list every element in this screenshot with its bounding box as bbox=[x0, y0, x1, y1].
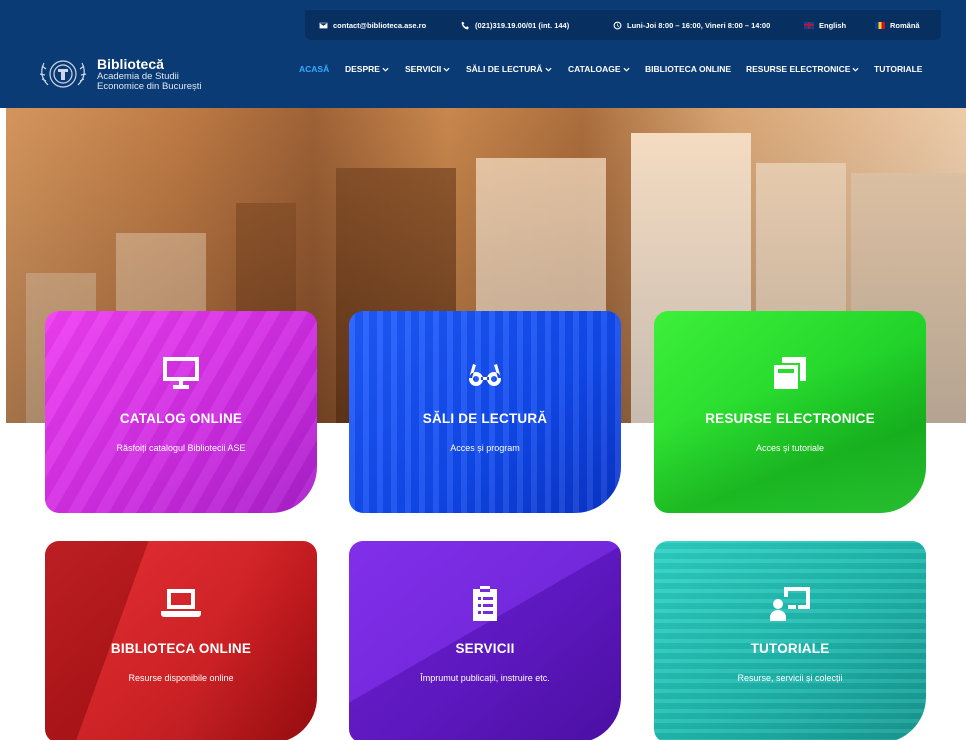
nav-item-label: ACASĂ bbox=[299, 64, 330, 74]
ro-flag-icon bbox=[875, 21, 885, 29]
language-english-label: English bbox=[819, 20, 847, 30]
nav-item-tutoriale[interactable]: TUTORIALE bbox=[874, 64, 922, 74]
copy-icon bbox=[768, 351, 812, 395]
clock-icon bbox=[613, 21, 622, 29]
card-subtitle: Acces și tutoriale bbox=[755, 443, 825, 453]
envelope-icon bbox=[319, 22, 328, 28]
nav-item-resurse-electronice[interactable]: RESURSE ELECTRONICE bbox=[746, 64, 859, 74]
nav-item-servicii[interactable]: SERVICII bbox=[405, 64, 450, 74]
site-header: contact@biblioteca.ase.ro (021)319.19.00… bbox=[0, 0, 966, 108]
language-english[interactable]: English bbox=[804, 10, 846, 40]
nav-item-label: RESURSE ELECTRONICE bbox=[746, 64, 851, 74]
chevron-down-icon bbox=[544, 67, 552, 72]
card-servicii[interactable]: SERVICII Împrumut publicații, instruire … bbox=[349, 541, 621, 740]
language-romanian[interactable]: Română bbox=[875, 10, 920, 40]
top-info-bar: contact@biblioteca.ase.ro (021)319.19.00… bbox=[305, 10, 941, 40]
card-title: SERVICII bbox=[455, 641, 515, 656]
nav-item-sali-de-lectura[interactable]: SĂLI DE LECTURĂ bbox=[466, 64, 552, 74]
language-romanian-label: Română bbox=[890, 20, 920, 30]
card-tutoriale[interactable]: TUTORIALE Resurse, servicii și colecții bbox=[654, 541, 926, 740]
ase-logo-icon[interactable] bbox=[34, 55, 92, 93]
card-sali-de-lectura[interactable]: SĂLI DE LECTURĂ Acces și program bbox=[349, 311, 621, 513]
contact-email: contact@biblioteca.ase.ro bbox=[333, 20, 427, 30]
contact-phone: (021)319.19.00/01 (int. 144) bbox=[475, 20, 570, 30]
nav-item-biblioteca-online[interactable]: BIBLIOTECA ONLINE bbox=[645, 64, 731, 74]
logo-title[interactable]: Bibliotecă bbox=[97, 56, 164, 72]
nav-item-label: DESPRE bbox=[345, 64, 380, 74]
card-catalog-online[interactable]: CATALOG ONLINE Răsfoiți catalogul Biblio… bbox=[45, 311, 317, 513]
chevron-down-icon bbox=[382, 67, 389, 72]
card-subtitle: Resurse disponibile online bbox=[128, 673, 234, 683]
card-subtitle: Împrumut publicații, instruire etc. bbox=[420, 673, 550, 683]
card-title: SĂLI DE LECTURĂ bbox=[422, 411, 548, 426]
card-title: TUTORIALE bbox=[750, 641, 830, 656]
contact-email-link[interactable]: contact@biblioteca.ase.ro bbox=[319, 10, 426, 40]
chevron-down-icon bbox=[852, 67, 859, 72]
chevron-down-icon bbox=[623, 67, 630, 72]
uk-flag-icon bbox=[804, 21, 814, 29]
clipboard-list-icon bbox=[463, 581, 507, 625]
nav-item-acasa[interactable]: ACASĂ bbox=[299, 64, 329, 74]
card-subtitle: Acces și program bbox=[450, 443, 520, 453]
nav-item-label: BIBLIOTECA ONLINE bbox=[645, 64, 732, 74]
card-title: CATALOG ONLINE bbox=[119, 411, 243, 426]
card-subtitle: Răsfoiți catalogul Bibliotecii ASE bbox=[116, 443, 246, 453]
glasses-icon bbox=[463, 351, 507, 395]
nav-item-cataloage[interactable]: CATALOAGE bbox=[568, 64, 630, 74]
card-subtitle: Resurse, servicii și colecții bbox=[737, 673, 843, 683]
chalkboard-teacher-icon bbox=[768, 581, 812, 625]
nav-item-label: CATALOAGE bbox=[568, 64, 621, 74]
card-biblioteca-online[interactable]: BIBLIOTECA ONLINE Resurse disponibile on… bbox=[45, 541, 317, 740]
nav-item-label: SĂLI DE LECTURĂ bbox=[466, 64, 543, 74]
nav-item-label: TUTORIALE bbox=[874, 64, 923, 74]
nav-item-label: SERVICII bbox=[405, 64, 442, 74]
logo-subtitle: Academia de Studii Economice din Bucureș… bbox=[97, 72, 202, 92]
card-title: BIBLIOTECA ONLINE bbox=[110, 641, 252, 656]
opening-hours: Luni-Joi 8:00 – 16:00, Vineri 8:00 – 14:… bbox=[613, 10, 770, 40]
contact-phone-link[interactable]: (021)319.19.00/01 (int. 144) bbox=[461, 10, 569, 40]
laptop-icon bbox=[159, 581, 203, 625]
chevron-down-icon bbox=[443, 67, 450, 72]
opening-hours-text: Luni-Joi 8:00 – 16:00, Vineri 8:00 – 14:… bbox=[627, 20, 771, 30]
monitor-icon bbox=[159, 351, 203, 395]
logo-subtitle-line2: Economice din București bbox=[97, 81, 202, 92]
phone-icon bbox=[461, 21, 469, 29]
card-resurse-electronice[interactable]: RESURSE ELECTRONICE Acces și tutoriale bbox=[654, 311, 926, 513]
nav-item-despre[interactable]: DESPRE bbox=[345, 64, 389, 74]
card-title: RESURSE ELECTRONICE bbox=[705, 411, 875, 426]
